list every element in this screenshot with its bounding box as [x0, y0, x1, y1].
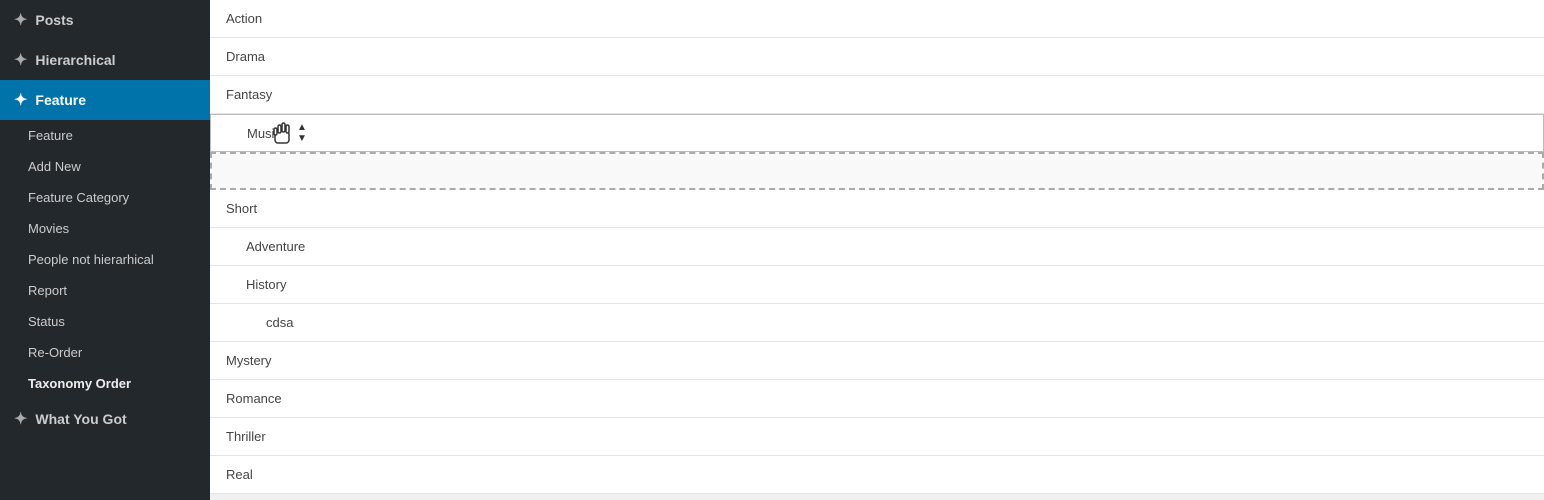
- arrow-up-icon: ▲: [297, 122, 307, 133]
- feature-icon: ✦: [14, 90, 27, 110]
- table-row: Short: [210, 190, 1544, 228]
- sidebar-feature-label: Feature: [35, 92, 86, 108]
- row-label: Mystery: [226, 353, 272, 368]
- row-label: Real: [226, 467, 253, 482]
- sidebar-sub-movies[interactable]: Movies: [0, 213, 210, 244]
- sidebar-posts-label: Posts: [35, 12, 73, 28]
- sidebar-hierarchical-label: Hierarchical: [35, 52, 115, 68]
- table-row: Real: [210, 456, 1544, 494]
- table-row: Romance: [210, 380, 1544, 418]
- sidebar-sub-people-not-hierarchical[interactable]: People not hierarhical: [0, 244, 210, 275]
- sidebar-item-hierarchical[interactable]: ✦ Hierarchical: [0, 40, 210, 80]
- row-label: Thriller: [226, 429, 266, 444]
- table-row: Drama: [210, 38, 1544, 76]
- row-label: Short: [226, 201, 257, 216]
- row-label: Action: [226, 11, 262, 26]
- sidebar-item-posts[interactable]: ✦ Posts: [0, 0, 210, 40]
- table-row: Adventure: [210, 228, 1544, 266]
- table-row: Mystery: [210, 342, 1544, 380]
- sidebar-item-feature[interactable]: ✦ Feature: [0, 80, 210, 120]
- table-row: Thriller: [210, 418, 1544, 456]
- table-row: cdsa: [210, 304, 1544, 342]
- row-label: History: [246, 277, 286, 292]
- sidebar-sub-add-new[interactable]: Add New: [0, 151, 210, 182]
- table-row: History: [210, 266, 1544, 304]
- row-label: Fantasy: [226, 87, 272, 102]
- arrow-down-icon: ▼: [297, 133, 307, 144]
- row-label: cdsa: [266, 315, 293, 330]
- table-row: Fantasy: [210, 76, 1544, 114]
- sidebar-sub-status[interactable]: Status: [0, 306, 210, 337]
- sidebar-sub-re-order[interactable]: Re-Order: [0, 337, 210, 368]
- posts-icon: ✦: [14, 10, 27, 30]
- what-you-got-icon: ✦: [14, 409, 27, 429]
- sidebar-item-what-you-got[interactable]: ✦ What You Got: [0, 399, 210, 439]
- sidebar-sub-taxonomy-order[interactable]: Taxonomy Order: [0, 368, 210, 399]
- row-label: Drama: [226, 49, 265, 64]
- row-label: Romance: [226, 391, 282, 406]
- drag-placeholder: [210, 152, 1544, 190]
- main-content: Action Drama Fantasy Music: [210, 0, 1544, 500]
- hierarchical-icon: ✦: [14, 50, 27, 70]
- table-row-dragging[interactable]: Music ▲ ▼: [210, 114, 1544, 152]
- sidebar-sub-feature-category[interactable]: Feature Category: [0, 182, 210, 213]
- updown-arrows-icon: ▲ ▼: [297, 122, 307, 144]
- sidebar-sub-feature[interactable]: Feature: [0, 120, 210, 151]
- sidebar-sub-report[interactable]: Report: [0, 275, 210, 306]
- sidebar-what-you-got-label: What You Got: [35, 411, 126, 427]
- row-label: Music: [247, 126, 281, 141]
- table-row: Action: [210, 0, 1544, 38]
- row-label: Adventure: [246, 239, 305, 254]
- sidebar: ✦ Posts ✦ Hierarchical ✦ Feature Feature…: [0, 0, 210, 500]
- taxonomy-list: Action Drama Fantasy Music: [210, 0, 1544, 494]
